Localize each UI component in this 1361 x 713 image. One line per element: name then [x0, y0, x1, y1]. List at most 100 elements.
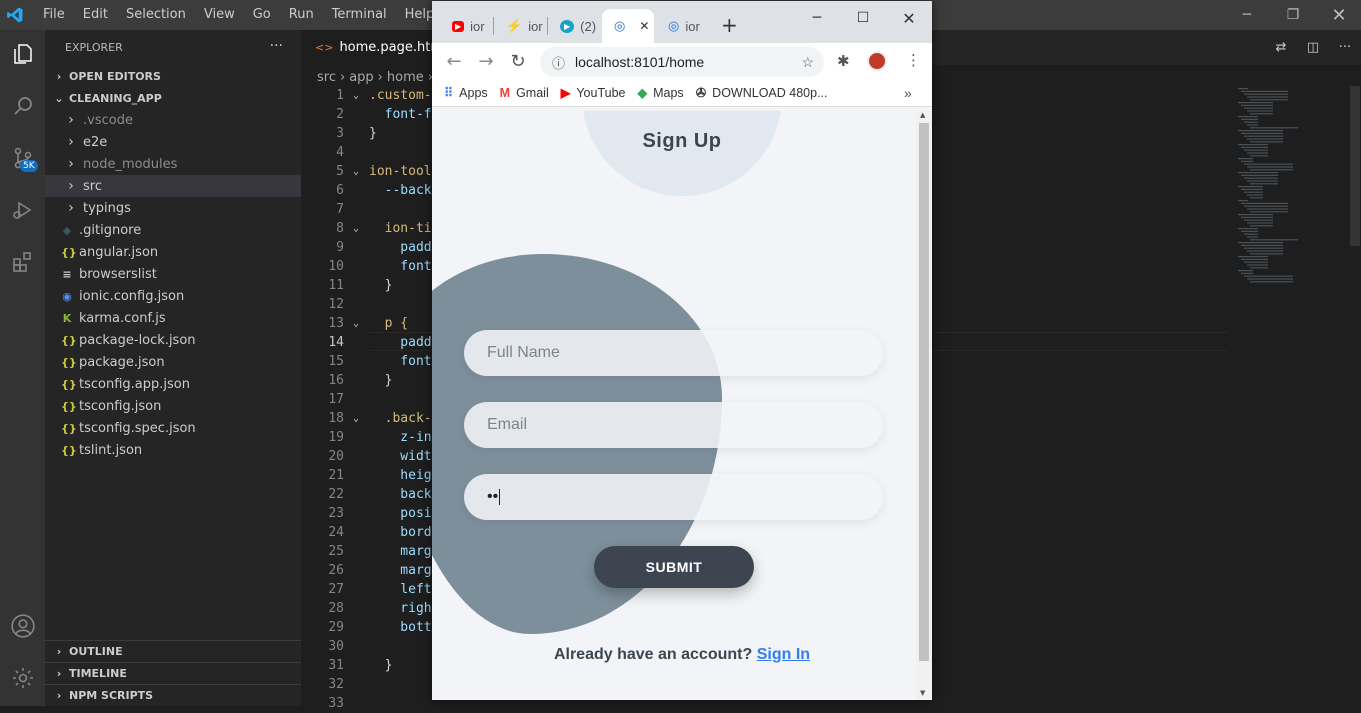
breadcrumb-item[interactable]: src: [317, 70, 336, 85]
line-number: 15: [328, 354, 344, 369]
file-item[interactable]: {} tsconfig.spec.json: [45, 417, 301, 439]
browser-tab[interactable]: ◎ ior: [656, 9, 708, 43]
back-arrow-icon[interactable]: ←: [438, 51, 470, 72]
settings-gear-icon[interactable]: [0, 654, 45, 702]
browser-tab[interactable]: ⚡ ior: [494, 9, 546, 43]
minimize-icon[interactable]: ─: [1224, 0, 1270, 30]
ionic-icon: ◎: [614, 18, 626, 33]
full-name-field[interactable]: Full Name: [464, 330, 883, 376]
section-npm-scripts[interactable]: › NPM SCRIPTS: [45, 684, 301, 706]
forward-arrow-icon[interactable]: →: [470, 51, 502, 72]
ionic-icon: ◎: [668, 18, 680, 33]
compare-changes-icon[interactable]: ⇄: [1265, 40, 1297, 55]
minimap-line: [1238, 242, 1283, 244]
section-outline[interactable]: › OUTLINE: [45, 640, 301, 662]
fold-chevron-icon[interactable]: ⌄: [353, 314, 359, 333]
code-text: bord: [369, 525, 432, 540]
password-field[interactable]: ••: [464, 474, 883, 520]
menu-view[interactable]: View: [195, 0, 244, 30]
explorer-icon[interactable]: [0, 30, 45, 78]
search-icon[interactable]: [0, 82, 45, 130]
bookmark-label: DOWNLOAD 480p...: [712, 85, 828, 100]
more-icon[interactable]: ···: [1329, 40, 1361, 55]
run-debug-icon[interactable]: [0, 186, 45, 234]
fold-chevron-icon[interactable]: ⌄: [353, 219, 359, 238]
submit-button[interactable]: SUBMIT: [594, 546, 754, 588]
source-control-icon[interactable]: 5K: [0, 134, 45, 182]
minimap[interactable]: [1236, 86, 1351, 286]
fold-chevron-icon[interactable]: ⌄: [353, 409, 359, 428]
browser-tab[interactable]: ◎ ✕: [602, 9, 654, 43]
project-section[interactable]: ⌄ CLEANING_APP: [45, 87, 301, 109]
folder-item[interactable]: › node_modules: [45, 153, 301, 175]
browser-minimize-icon[interactable]: ─: [794, 5, 840, 31]
folder-item[interactable]: › e2e: [45, 131, 301, 153]
extensions-icon[interactable]: [0, 238, 45, 286]
browser-tab[interactable]: ▶ (2): [548, 9, 600, 43]
browser-tab[interactable]: ▶ ior: [440, 9, 492, 43]
menu-file[interactable]: File: [34, 0, 74, 30]
email-field[interactable]: Email: [464, 402, 883, 448]
info-icon[interactable]: ⓘ: [552, 53, 565, 72]
page-scrollbar[interactable]: ▲ ▼: [916, 111, 932, 700]
scrollbar-thumb[interactable]: [919, 123, 929, 661]
fold-chevron-icon[interactable]: ⌄: [353, 86, 359, 105]
bookmark-gmail[interactable]: M Gmail: [500, 86, 549, 100]
minimap-line: [1247, 96, 1288, 98]
bookmark-apps[interactable]: ⠿ Apps: [444, 85, 488, 101]
close-icon[interactable]: ✕: [1316, 0, 1361, 30]
file-item[interactable]: {} tslint.json: [45, 439, 301, 461]
folder-item[interactable]: › .vscode: [45, 109, 301, 131]
reload-icon[interactable]: ↻: [502, 51, 534, 72]
star-icon[interactable]: ☆: [801, 54, 814, 71]
file-item[interactable]: {} tsconfig.json: [45, 395, 301, 417]
file-item[interactable]: Kkarma.conf.js: [45, 307, 301, 329]
breadcrumb-item[interactable]: app: [349, 70, 373, 85]
account-icon[interactable]: [0, 602, 45, 650]
restore-icon[interactable]: ❐: [1270, 0, 1316, 30]
tab-close-icon[interactable]: ✕: [639, 19, 649, 33]
file-type-icon: {}: [61, 355, 77, 369]
browser-window: ▶ ior ⚡ ior ▶ (2) ◎ ✕ ◎ ior + ─ ☐ ✕ ← → ↻ ⓘ localh…: [432, 1, 932, 700]
file-item[interactable]: {} package.json: [45, 351, 301, 373]
minimap-line: [1238, 172, 1278, 174]
tab-home-page-html[interactable]: <> home.page.html: [301, 30, 447, 65]
browser-close-icon[interactable]: ✕: [886, 5, 932, 31]
menu-edit[interactable]: Edit: [74, 0, 117, 30]
signin-link[interactable]: Sign In: [757, 646, 810, 663]
minimap-line: [1247, 152, 1268, 154]
open-editors-section[interactable]: › OPEN EDITORS: [45, 65, 301, 87]
file-item[interactable]: {} angular.json: [45, 241, 301, 263]
new-tab-plus-icon[interactable]: +: [721, 15, 738, 35]
chrome-menu-icon[interactable]: ⋮: [906, 51, 921, 69]
breadcrumb-item[interactable]: home: [387, 70, 424, 85]
folder-item[interactable]: › typings: [45, 197, 301, 219]
split-editor-icon[interactable]: ◫: [1297, 40, 1329, 55]
bookmark-youtube[interactable]: ▶ YouTube: [561, 85, 626, 101]
more-bookmarks-icon[interactable]: »: [904, 85, 912, 101]
editor-scrollbar[interactable]: [1350, 86, 1360, 246]
file-item[interactable]: ◉ ionic.config.json: [45, 285, 301, 307]
menu-go[interactable]: Go: [244, 0, 280, 30]
browser-maximize-icon[interactable]: ☐: [840, 5, 886, 31]
minimap-line: [1247, 222, 1273, 224]
bookmark-film[interactable]: ✇ DOWNLOAD 480p...: [696, 85, 828, 101]
more-actions-icon[interactable]: ···: [270, 38, 283, 54]
profile-avatar[interactable]: [867, 51, 887, 71]
extensions-puzzle-icon[interactable]: ✱: [837, 52, 850, 70]
fold-chevron-icon[interactable]: ⌄: [353, 162, 359, 181]
menu-terminal[interactable]: Terminal: [323, 0, 396, 30]
section-timeline[interactable]: › TIMELINE: [45, 662, 301, 684]
file-item[interactable]: ≡ browserslist: [45, 263, 301, 285]
menu-selection[interactable]: Selection: [117, 0, 195, 30]
file-item[interactable]: ◆ .gitignore: [45, 219, 301, 241]
scroll-down-arrow-icon[interactable]: ▼: [920, 689, 925, 697]
file-item[interactable]: {} package-lock.json: [45, 329, 301, 351]
file-item[interactable]: {} tsconfig.app.json: [45, 373, 301, 395]
menu-run[interactable]: Run: [280, 0, 323, 30]
folder-item[interactable]: › src: [45, 175, 301, 197]
address-bar[interactable]: ⓘ localhost:8101/home ☆: [540, 47, 824, 77]
line-number: 1: [336, 88, 344, 103]
bookmark-maps[interactable]: ◆ Maps: [637, 85, 683, 101]
scroll-up-arrow-icon[interactable]: ▲: [920, 111, 925, 119]
